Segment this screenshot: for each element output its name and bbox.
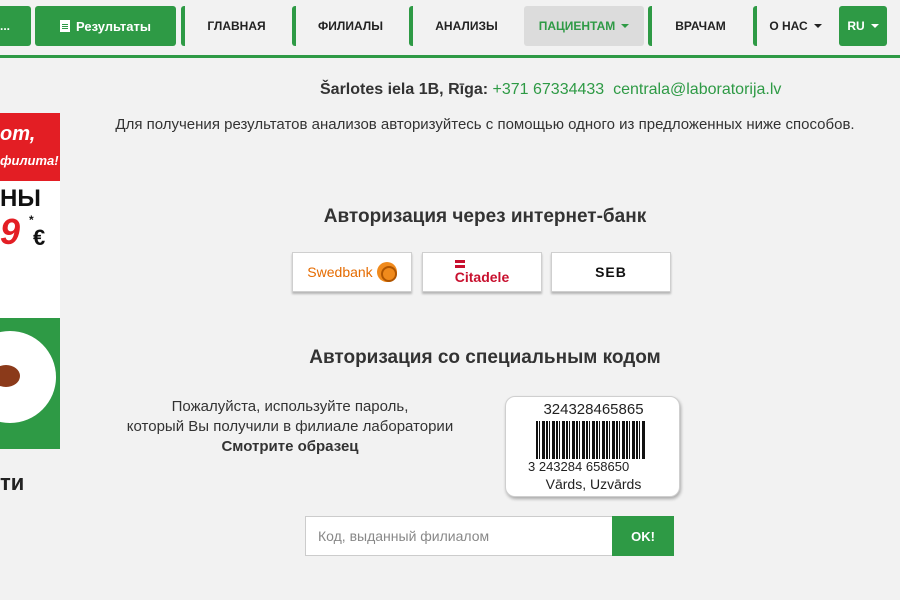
chevron-down-icon — [813, 24, 822, 28]
document-icon — [60, 20, 71, 32]
nav-item-label: ВРАЧАМ — [675, 19, 726, 33]
chevron-down-icon — [870, 24, 879, 28]
top-navigation: ... Результаты ГЛАВНАЯ ФИЛИАЛЫ АНАЛИЗЫ П… — [0, 0, 900, 58]
nav-item-about[interactable]: О НАС — [753, 6, 834, 46]
seb-button[interactable]: SEB — [551, 252, 671, 292]
phone-link[interactable]: +371 67334433 — [493, 81, 605, 98]
nav-item-branches[interactable]: ФИЛИАЛЫ — [292, 6, 405, 46]
nav-item-label: ГЛАВНАЯ — [207, 19, 266, 33]
instructions-line-2: который Вы получили в филиале лаборатори… — [126, 418, 454, 435]
citadele-button[interactable]: Citadele — [422, 252, 542, 292]
password-instructions: Пожалуйста, используйте пароль, который … — [100, 397, 480, 457]
nav-item-home[interactable]: ГЛАВНАЯ — [181, 6, 288, 46]
card-name: Vārds, Uzvārds — [545, 476, 642, 492]
instructions-line-1: Пожалуйста, используйте пароль, — [171, 398, 409, 415]
citadele-logo: Citadele — [454, 259, 510, 285]
nav-item-doctors[interactable]: ВРАЧАМ — [648, 6, 749, 46]
card-number: 324328465865 — [543, 401, 644, 418]
seb-label: SEB — [595, 264, 627, 280]
results-button[interactable]: Результаты — [35, 6, 176, 46]
ok-button[interactable]: OK! — [612, 516, 674, 556]
contact-line: Šarlotes iela 1B, Rīga: +371 67334433 ce… — [320, 81, 781, 99]
swedbank-button[interactable]: Swedbank — [292, 252, 412, 292]
card-digits: 3 243284 658650 — [528, 459, 630, 474]
intro-text: Для получения результатов анализов автор… — [115, 116, 855, 133]
bank-auth-heading: Авторизация через интернет-банк — [323, 206, 647, 227]
nav-item-truncated[interactable]: ... — [0, 6, 31, 46]
nav-item-analyses[interactable]: АНАЛИЗЫ — [409, 6, 520, 46]
promo-caption: ти — [0, 470, 25, 495]
promo-sub-text: филита! — [0, 153, 59, 168]
code-input[interactable] — [305, 516, 613, 556]
sample-code-card: 324328465865 3 243284 658650 Vārds, Uzvā… — [505, 396, 680, 497]
nav-item-patients[interactable]: ПАЦИЕНТАМ — [524, 6, 644, 46]
language-selector[interactable]: RU — [839, 6, 887, 46]
address-text: Šarlotes iela 1B, Rīga: — [320, 81, 489, 98]
promo-banner-header: от, филита! — [0, 113, 60, 181]
nav-item-label: АНАЛИЗЫ — [435, 19, 498, 33]
swedbank-logo-icon — [376, 262, 397, 282]
chevron-down-icon — [621, 24, 630, 28]
promo-top-text: от, — [0, 123, 36, 145]
promo-currency: € — [33, 225, 46, 250]
swedbank-label: Swedbank — [307, 264, 373, 280]
sample-link[interactable]: Смотрите образец — [100, 437, 480, 457]
citadele-label: Citadele — [454, 268, 510, 285]
nav-item-label: ПАЦИЕНТАМ — [538, 19, 616, 33]
nav-item-label: О НАС — [769, 19, 808, 33]
nav-item-truncated-label: ... — [0, 19, 11, 33]
email-link[interactable]: centrala@laboratorija.lv — [613, 81, 781, 98]
results-label: Результаты — [76, 18, 151, 34]
citadele-mark-icon — [454, 259, 465, 263]
nav-item-label: ФИЛИАЛЫ — [318, 19, 383, 33]
promo-banner[interactable]: от, филита! НЫ 9 * € — [0, 113, 60, 449]
code-auth-heading: Авторизация со специальным кодом — [309, 347, 661, 368]
language-label: RU — [847, 19, 865, 33]
barcode-icon — [536, 421, 646, 459]
